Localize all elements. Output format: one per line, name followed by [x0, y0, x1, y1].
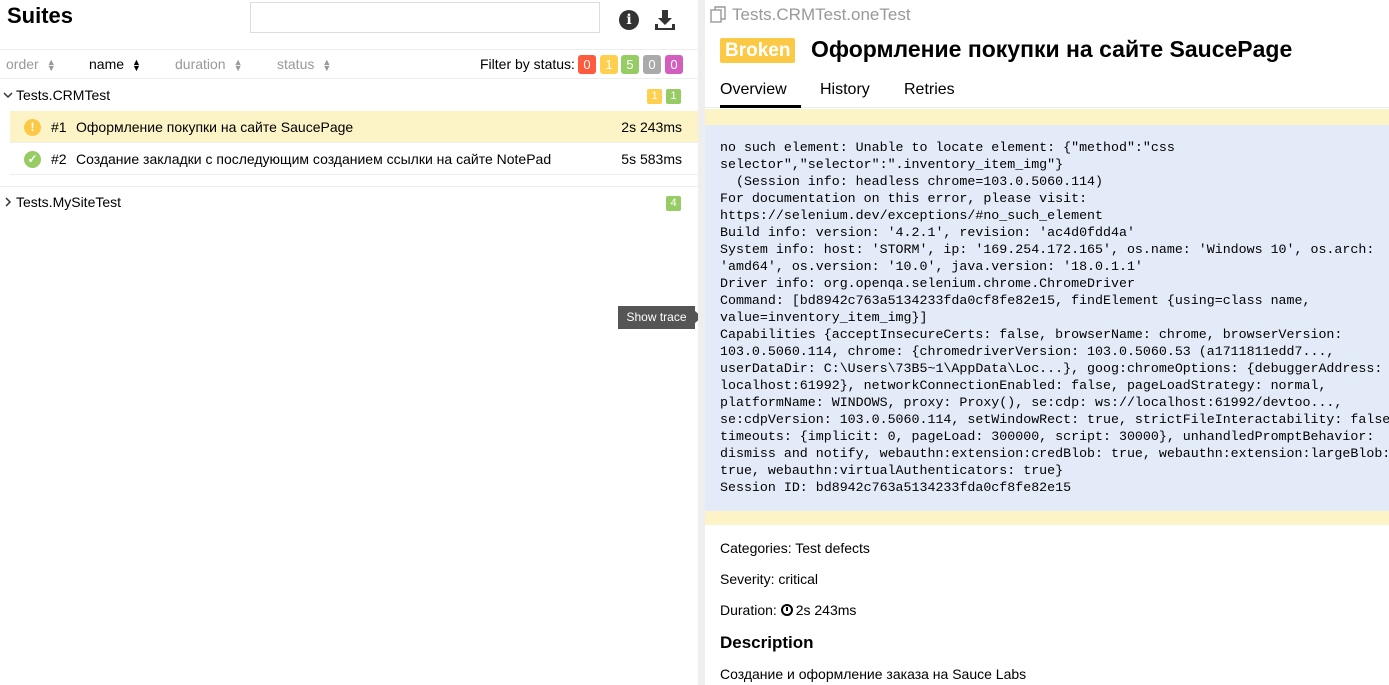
duration-label: Duration: [720, 602, 777, 618]
group-passed-badge: 4 [666, 196, 681, 211]
download-icon[interactable] [653, 8, 677, 32]
status-band [705, 109, 1389, 125]
suite-group-mysitetest[interactable]: Tests.MySiteTest 4 [0, 186, 698, 216]
test-number: #1 [51, 119, 67, 135]
test-name: Создание закладки с последующим создание… [76, 151, 552, 167]
tab-retries[interactable]: Retries [904, 81, 955, 108]
search-input[interactable] [250, 2, 600, 33]
sort-name[interactable]: name ▲ ▼ [89, 56, 141, 73]
test-title: Оформление покупки на сайте SaucePage [811, 36, 1293, 62]
suite-group-crmtest[interactable]: Tests.CRMTest 1 1 [0, 80, 698, 110]
status-band [705, 511, 1389, 525]
group-passed-badge: 1 [666, 89, 681, 104]
categories: Categories: Test defects [720, 540, 870, 556]
copy-icon[interactable] [710, 6, 727, 23]
info-icon[interactable]: i [619, 10, 639, 30]
error-message: no such element: Unable to locate elemen… [720, 140, 1389, 495]
status-label: Broken [720, 38, 796, 63]
passed-status-icon: ✓ [24, 151, 41, 168]
broken-status-icon: ! [24, 119, 41, 136]
tab-history[interactable]: History [820, 81, 870, 108]
filter-skipped-badge[interactable]: 0 [643, 55, 661, 74]
suites-title: Suites [7, 3, 74, 28]
suites-panel: Suites i order ▲ ▼ name ▲ ▼ duration ▲ ▼ statu… [0, 0, 702, 685]
clock-icon [780, 604, 793, 616]
sort-status[interactable]: status ▲ ▼ [277, 56, 331, 73]
test-name: Оформление покупки на сайте SaucePage [76, 119, 354, 135]
sort-order[interactable]: order ▲ ▼ [6, 56, 56, 73]
suite-group-name: Tests.MySiteTest [16, 194, 122, 210]
filter-passed-badge[interactable]: 5 [621, 55, 639, 74]
test-duration: 2s 243ms [621, 119, 682, 135]
severity: Severity: critical [720, 571, 819, 587]
chevron-down-icon [3, 92, 13, 99]
test-detail-panel: Tests.CRMTest.oneTest Broken Оформление … [705, 0, 1389, 685]
detail-tabs: Overview History Retries [705, 74, 1389, 108]
description-text: Создание и оформление заказа на Sauce La… [720, 666, 1027, 682]
sort-bar: order ▲ ▼ name ▲ ▼ duration ▲ ▼ status ▲ ▼ Filte… [0, 49, 698, 79]
tab-overview[interactable]: Overview [720, 81, 801, 108]
description-heading: Description [720, 633, 814, 652]
test-number: #2 [51, 151, 67, 167]
filter-broken-badge[interactable]: 1 [600, 55, 618, 74]
duration: Duration: 2s 243ms [720, 602, 856, 618]
show-trace-button[interactable]: Show trace [618, 306, 702, 329]
filter-unknown-badge[interactable]: 0 [665, 55, 683, 74]
duration-value: 2s 243ms [795, 602, 857, 618]
suite-group-name: Tests.CRMTest [16, 87, 111, 103]
filter-label: Filter by status: [480, 56, 575, 72]
test-full-name: Tests.CRMTest.oneTest [732, 5, 911, 24]
group-broken-badge: 1 [647, 89, 662, 104]
sort-duration[interactable]: duration ▲ ▼ [175, 56, 243, 73]
test-row[interactable]: ! #1 Оформление покупки на сайте SaucePa… [10, 111, 698, 143]
filter-failed-badge[interactable]: 0 [578, 55, 596, 74]
test-row[interactable]: ✓ #2 Создание закладки с последующим соз… [10, 143, 698, 175]
error-message-box: no such element: Unable to locate elemen… [705, 125, 1389, 511]
pane-splitter[interactable] [698, 0, 705, 685]
test-duration: 5s 583ms [621, 151, 682, 167]
chevron-right-icon [5, 197, 12, 207]
